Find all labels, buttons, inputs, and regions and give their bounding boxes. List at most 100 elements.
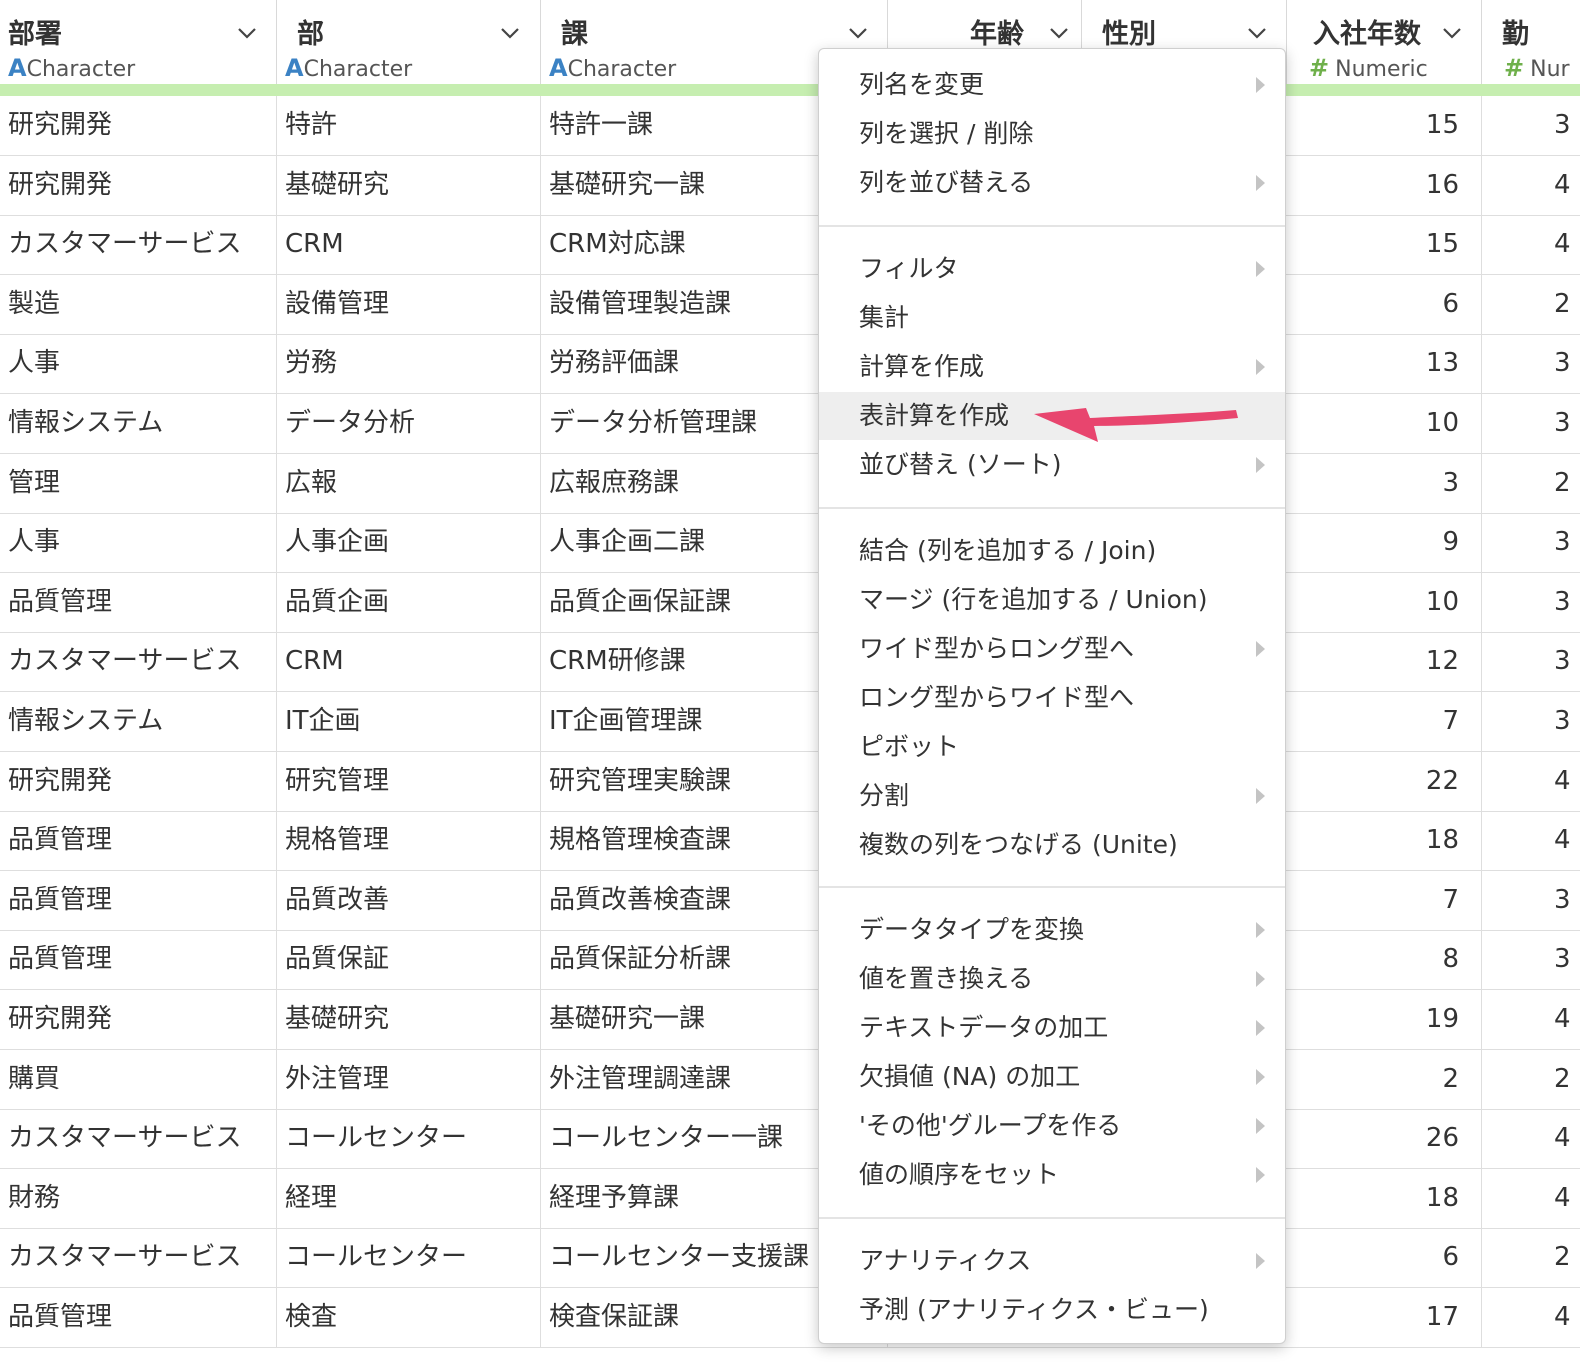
table-cell[interactable]: 研究開発 (0, 96, 277, 155)
chevron-down-icon[interactable] (1048, 22, 1070, 44)
menu-item[interactable]: 値を置き換える (819, 955, 1285, 1003)
table-cell[interactable]: 管理 (0, 453, 277, 513)
table-cell[interactable]: 労務 (277, 334, 541, 394)
table-cell[interactable]: 4 (1482, 990, 1580, 1049)
table-cell[interactable]: 15 (1287, 96, 1482, 155)
table-cell[interactable]: 情報システム (0, 394, 277, 453)
table-cell[interactable]: 基礎研究 (277, 155, 541, 215)
table-cell[interactable]: 8 (1287, 930, 1482, 990)
chevron-down-icon[interactable] (1246, 22, 1268, 44)
menu-item[interactable]: 欠損値 (NA) の加工 (819, 1053, 1285, 1101)
menu-item[interactable]: データタイプを変換 (819, 906, 1285, 954)
table-cell[interactable]: 6 (1287, 274, 1482, 334)
menu-item[interactable]: 分割 (819, 772, 1285, 820)
column-header[interactable]: 部署 ACharacter (0, 0, 277, 88)
table-row[interactable]: カスタマーサービス コールセンター コールセンター一課 26 4 (0, 1109, 1580, 1170)
table-cell[interactable]: 7 (1287, 870, 1482, 930)
table-row[interactable]: 研究開発 研究管理 研究管理実験課 22 4 (0, 751, 1580, 812)
table-row[interactable]: 情報システム データ分析 データ分析管理課 10 3 (0, 394, 1580, 454)
table-cell[interactable]: 12 (1287, 632, 1482, 692)
table-cell[interactable]: カスタマーサービス (0, 1228, 277, 1288)
table-cell[interactable]: 3 (1287, 453, 1482, 513)
table-cell[interactable]: データ分析 (277, 394, 541, 453)
table-cell[interactable]: 広報 (277, 453, 541, 513)
table-cell[interactable]: 特許 (277, 96, 541, 155)
table-cell[interactable]: 品質管理 (0, 811, 277, 871)
table-cell[interactable]: CRM (277, 632, 541, 692)
table-cell[interactable]: 15 (1287, 215, 1482, 275)
menu-item[interactable]: テキストデータの加工 (819, 1004, 1285, 1052)
table-cell[interactable]: 19 (1287, 990, 1482, 1049)
table-cell[interactable]: 人事 (0, 513, 277, 573)
table-cell[interactable]: 設備管理 (277, 274, 541, 334)
table-cell[interactable]: 2 (1482, 454, 1580, 513)
table-cell[interactable]: 3 (1482, 513, 1580, 572)
table-cell[interactable]: 3 (1482, 334, 1580, 393)
table-cell[interactable]: 17 (1287, 1288, 1482, 1347)
table-cell[interactable]: 2 (1482, 275, 1580, 334)
table-cell[interactable]: CRM (277, 215, 541, 275)
table-cell[interactable]: 外注管理 (277, 1049, 541, 1109)
table-cell[interactable]: コールセンター (277, 1228, 541, 1288)
table-row[interactable]: カスタマーサービス コールセンター コールセンター支援課 6 2 (0, 1228, 1580, 1289)
menu-item[interactable]: ワイド型からロング型へ (819, 625, 1285, 673)
menu-item[interactable]: ピボット (819, 723, 1285, 771)
table-cell[interactable]: 10 (1287, 572, 1482, 632)
table-cell[interactable]: 経理 (277, 1168, 541, 1228)
table-cell[interactable]: 6 (1287, 1228, 1482, 1288)
table-cell[interactable]: 製造 (0, 274, 277, 334)
table-row[interactable]: 品質管理 品質改善 品質改善検査課 7 3 (0, 870, 1580, 931)
table-cell[interactable]: 2 (1287, 1049, 1482, 1109)
table-cell[interactable]: 4 (1482, 156, 1580, 215)
table-cell[interactable]: 人事企画 (277, 513, 541, 573)
table-cell[interactable]: カスタマーサービス (0, 1109, 277, 1169)
table-cell[interactable]: 品質管理 (0, 1288, 277, 1347)
table-cell[interactable]: 品質保証 (277, 930, 541, 990)
table-cell[interactable]: 18 (1287, 811, 1482, 871)
table-row[interactable]: 研究開発 基礎研究 基礎研究一課 19 4 (0, 990, 1580, 1050)
menu-item[interactable]: 複数の列をつなげる (Unite) (819, 821, 1285, 869)
table-row[interactable]: 情報システム IT企画 IT企画管理課 7 3 (0, 692, 1580, 752)
table-row[interactable]: 購買 外注管理 外注管理調達課 2 2 (0, 1049, 1580, 1110)
menu-item[interactable]: 予測 (アナリティクス・ビュー) (819, 1286, 1285, 1334)
table-cell[interactable]: 品質企画 (277, 572, 541, 632)
table-cell[interactable]: 検査 (277, 1288, 541, 1347)
table-cell[interactable]: 3 (1482, 632, 1580, 691)
table-cell[interactable]: 4 (1482, 752, 1580, 811)
table-cell[interactable]: 16 (1287, 155, 1482, 215)
menu-item[interactable]: 列を選択 / 削除 (819, 110, 1285, 158)
table-cell[interactable]: 3 (1482, 573, 1580, 632)
table-cell[interactable]: 18 (1287, 1168, 1482, 1228)
table-cell[interactable]: 研究管理 (277, 751, 541, 811)
menu-item[interactable]: 集計 (819, 294, 1285, 342)
table-cell[interactable]: カスタマーサービス (0, 632, 277, 692)
table-cell[interactable]: 購買 (0, 1049, 277, 1109)
table-cell[interactable]: 3 (1482, 96, 1580, 155)
table-cell[interactable]: 品質管理 (0, 572, 277, 632)
table-row[interactable]: 製造 設備管理 設備管理製造課 6 2 (0, 274, 1580, 335)
table-cell[interactable]: 研究開発 (0, 990, 277, 1049)
table-cell[interactable]: 3 (1482, 930, 1580, 989)
menu-item[interactable]: フィルタ (819, 245, 1285, 293)
table-cell[interactable]: IT企画 (277, 692, 541, 751)
table-row[interactable]: 品質管理 品質保証 品質保証分析課 8 3 (0, 930, 1580, 991)
table-row[interactable]: 人事 労務 労務評価課 13 3 (0, 334, 1580, 395)
table-cell[interactable]: 4 (1482, 1288, 1580, 1347)
chevron-down-icon[interactable] (1441, 22, 1463, 44)
table-cell[interactable]: 13 (1287, 334, 1482, 394)
table-cell[interactable]: 品質管理 (0, 930, 277, 990)
table-row[interactable]: 財務 経理 経理予算課 18 4 (0, 1168, 1580, 1229)
chevron-down-icon[interactable] (499, 22, 521, 44)
table-row[interactable]: 品質管理 規格管理 規格管理検査課 18 4 (0, 811, 1580, 872)
table-row[interactable]: カスタマーサービス CRM CRM対応課 15 4 (0, 215, 1580, 276)
table-row[interactable]: 品質管理 品質企画 品質企画保証課 10 3 (0, 572, 1580, 633)
menu-item[interactable]: 結合 (列を追加する / Join) (819, 527, 1285, 575)
table-cell[interactable]: 品質改善 (277, 870, 541, 930)
table-cell[interactable]: 品質管理 (0, 870, 277, 930)
menu-item[interactable]: マージ (行を追加する / Union) (819, 576, 1285, 624)
table-cell[interactable]: カスタマーサービス (0, 215, 277, 275)
table-cell[interactable]: 2 (1482, 1050, 1580, 1109)
table-row[interactable]: カスタマーサービス CRM CRM研修課 12 3 (0, 632, 1580, 693)
table-cell[interactable]: コールセンター (277, 1109, 541, 1169)
table-cell[interactable]: 情報システム (0, 692, 277, 751)
